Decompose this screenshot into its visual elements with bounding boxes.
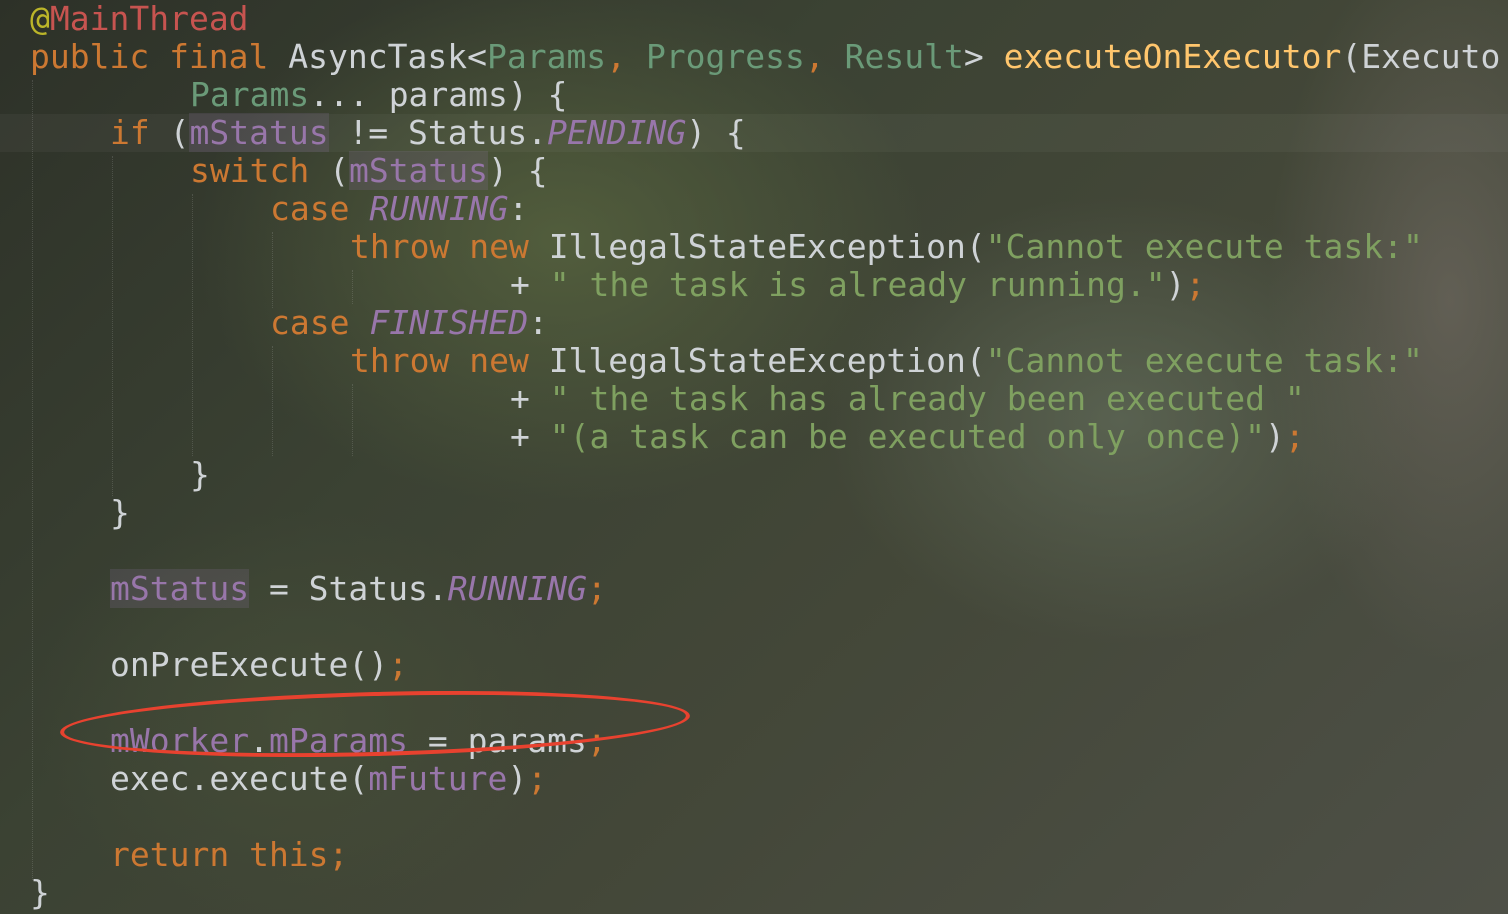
keyword: if	[110, 113, 170, 152]
string-literal: "Cannot execute task:"	[985, 341, 1423, 380]
keyword: return this	[110, 835, 329, 874]
type-name: IllegalStateException(	[548, 227, 986, 266]
indent-guide	[192, 194, 193, 456]
method-call: exec.execute(	[110, 759, 369, 798]
field-ref: mStatus	[110, 569, 250, 608]
string-literal: "(a task can be executed only once)"	[549, 417, 1265, 456]
paren: (	[329, 151, 349, 190]
code-line-1: @MainThread	[30, 0, 249, 38]
string-literal: " the task has already been executed "	[549, 379, 1305, 418]
semicolon: ;	[527, 759, 548, 798]
param-decl: ... params) {	[309, 75, 568, 114]
semicolon: ;	[586, 569, 607, 608]
operator: +	[510, 417, 550, 456]
string-literal: "Cannot execute task:"	[985, 227, 1423, 266]
keyword: case	[270, 303, 370, 342]
enum-constant: RUNNING	[369, 189, 509, 228]
code-line-10: throw new IllegalStateException("Cannot …	[350, 342, 1423, 380]
indent-guide	[272, 232, 273, 308]
code-line-2: public final AsyncTask<Params, Progress,…	[30, 38, 1500, 76]
block-close: }	[190, 455, 210, 494]
code-line-8: + " the task is already running.");	[510, 266, 1205, 304]
keyword: switch	[190, 151, 330, 190]
enum-constant: RUNNING	[447, 569, 587, 608]
code-line-18: exec.execute(mFuture);	[110, 760, 547, 798]
semicolon: ;	[586, 721, 607, 760]
code-line-9: case FINISHED:	[270, 304, 548, 342]
field-ref: mParams	[268, 721, 409, 760]
semicolon: ;	[1284, 417, 1305, 456]
block-open: ) {	[686, 113, 746, 152]
field-ref: mWorker	[110, 721, 250, 760]
indent-guide	[352, 384, 353, 456]
code-line-13: }	[190, 456, 210, 494]
params-open: (Executo	[1341, 37, 1501, 76]
code-line-6: case RUNNING:	[270, 190, 528, 228]
keyword: throw new	[350, 227, 549, 266]
annotation-name: MainThread	[49, 0, 249, 38]
block-open: ) {	[488, 151, 548, 190]
indent-guide	[272, 346, 273, 456]
keyword: throw new	[350, 341, 549, 380]
field-ref: mStatus	[348, 151, 489, 190]
code-editor[interactable]: @MainThread public final AsyncTask<Param…	[0, 0, 1508, 914]
string-literal: " the task is already running."	[549, 265, 1166, 304]
code-line-16: onPreExecute();	[110, 646, 408, 684]
semicolon: ;	[1185, 265, 1206, 304]
type-name: IllegalStateException(	[548, 341, 986, 380]
type-param: Result	[844, 37, 964, 76]
method-name: executeOnExecutor	[1003, 37, 1342, 76]
field-ref: mStatus	[189, 113, 329, 152]
paren: )	[1265, 417, 1285, 456]
code-line-17: mWorker.mParams = params;	[110, 722, 607, 760]
field-ref: mFuture	[368, 759, 508, 798]
indent-guide	[352, 270, 353, 304]
colon: :	[508, 189, 529, 228]
semicolon: ;	[388, 645, 409, 684]
dot: .	[249, 721, 269, 760]
type-name: AsyncTask<	[288, 37, 487, 76]
paren: )	[507, 759, 528, 798]
enum-constant: FINISHED	[369, 303, 529, 342]
code-line-15: mStatus = Status.RUNNING;	[110, 569, 607, 608]
enum-constant: PENDING	[547, 113, 687, 152]
indent-guide	[32, 80, 33, 880]
colon: :	[528, 303, 549, 342]
keyword: public final	[30, 37, 289, 76]
block-close: }	[110, 493, 130, 532]
code-line-20: }	[30, 874, 50, 912]
type-param: Params	[486, 37, 607, 76]
assignment: = Status.	[249, 569, 448, 608]
code-line-11: + " the task has already been executed "	[510, 380, 1305, 418]
keyword: case	[270, 189, 370, 228]
code-line-19: return this;	[110, 836, 348, 874]
semicolon: ;	[328, 835, 349, 874]
type-param: Params	[190, 75, 310, 114]
paren: )	[1165, 265, 1186, 304]
code-line-14: }	[110, 494, 130, 532]
comma: ,	[804, 37, 845, 76]
annotation-symbol: @	[30, 0, 50, 38]
code-line-3: Params... params) {	[190, 76, 568, 114]
indent-guide	[112, 156, 113, 496]
operator: != Status.	[328, 113, 548, 152]
generic-close: >	[963, 37, 1004, 76]
operator: +	[510, 265, 550, 304]
method-call: onPreExecute()	[110, 645, 389, 684]
assignment: = params	[408, 721, 587, 760]
code-line-5: switch (mStatus) {	[190, 151, 548, 190]
paren: (	[169, 113, 190, 152]
code-line-4: if (mStatus != Status.PENDING) {	[110, 113, 746, 152]
block-close: }	[30, 873, 50, 912]
type-param: Progress	[645, 37, 805, 76]
operator: +	[510, 379, 550, 418]
comma: ,	[606, 37, 646, 76]
code-line-7: throw new IllegalStateException("Cannot …	[350, 228, 1423, 266]
code-line-12: + "(a task can be executed only once)");	[510, 418, 1305, 456]
